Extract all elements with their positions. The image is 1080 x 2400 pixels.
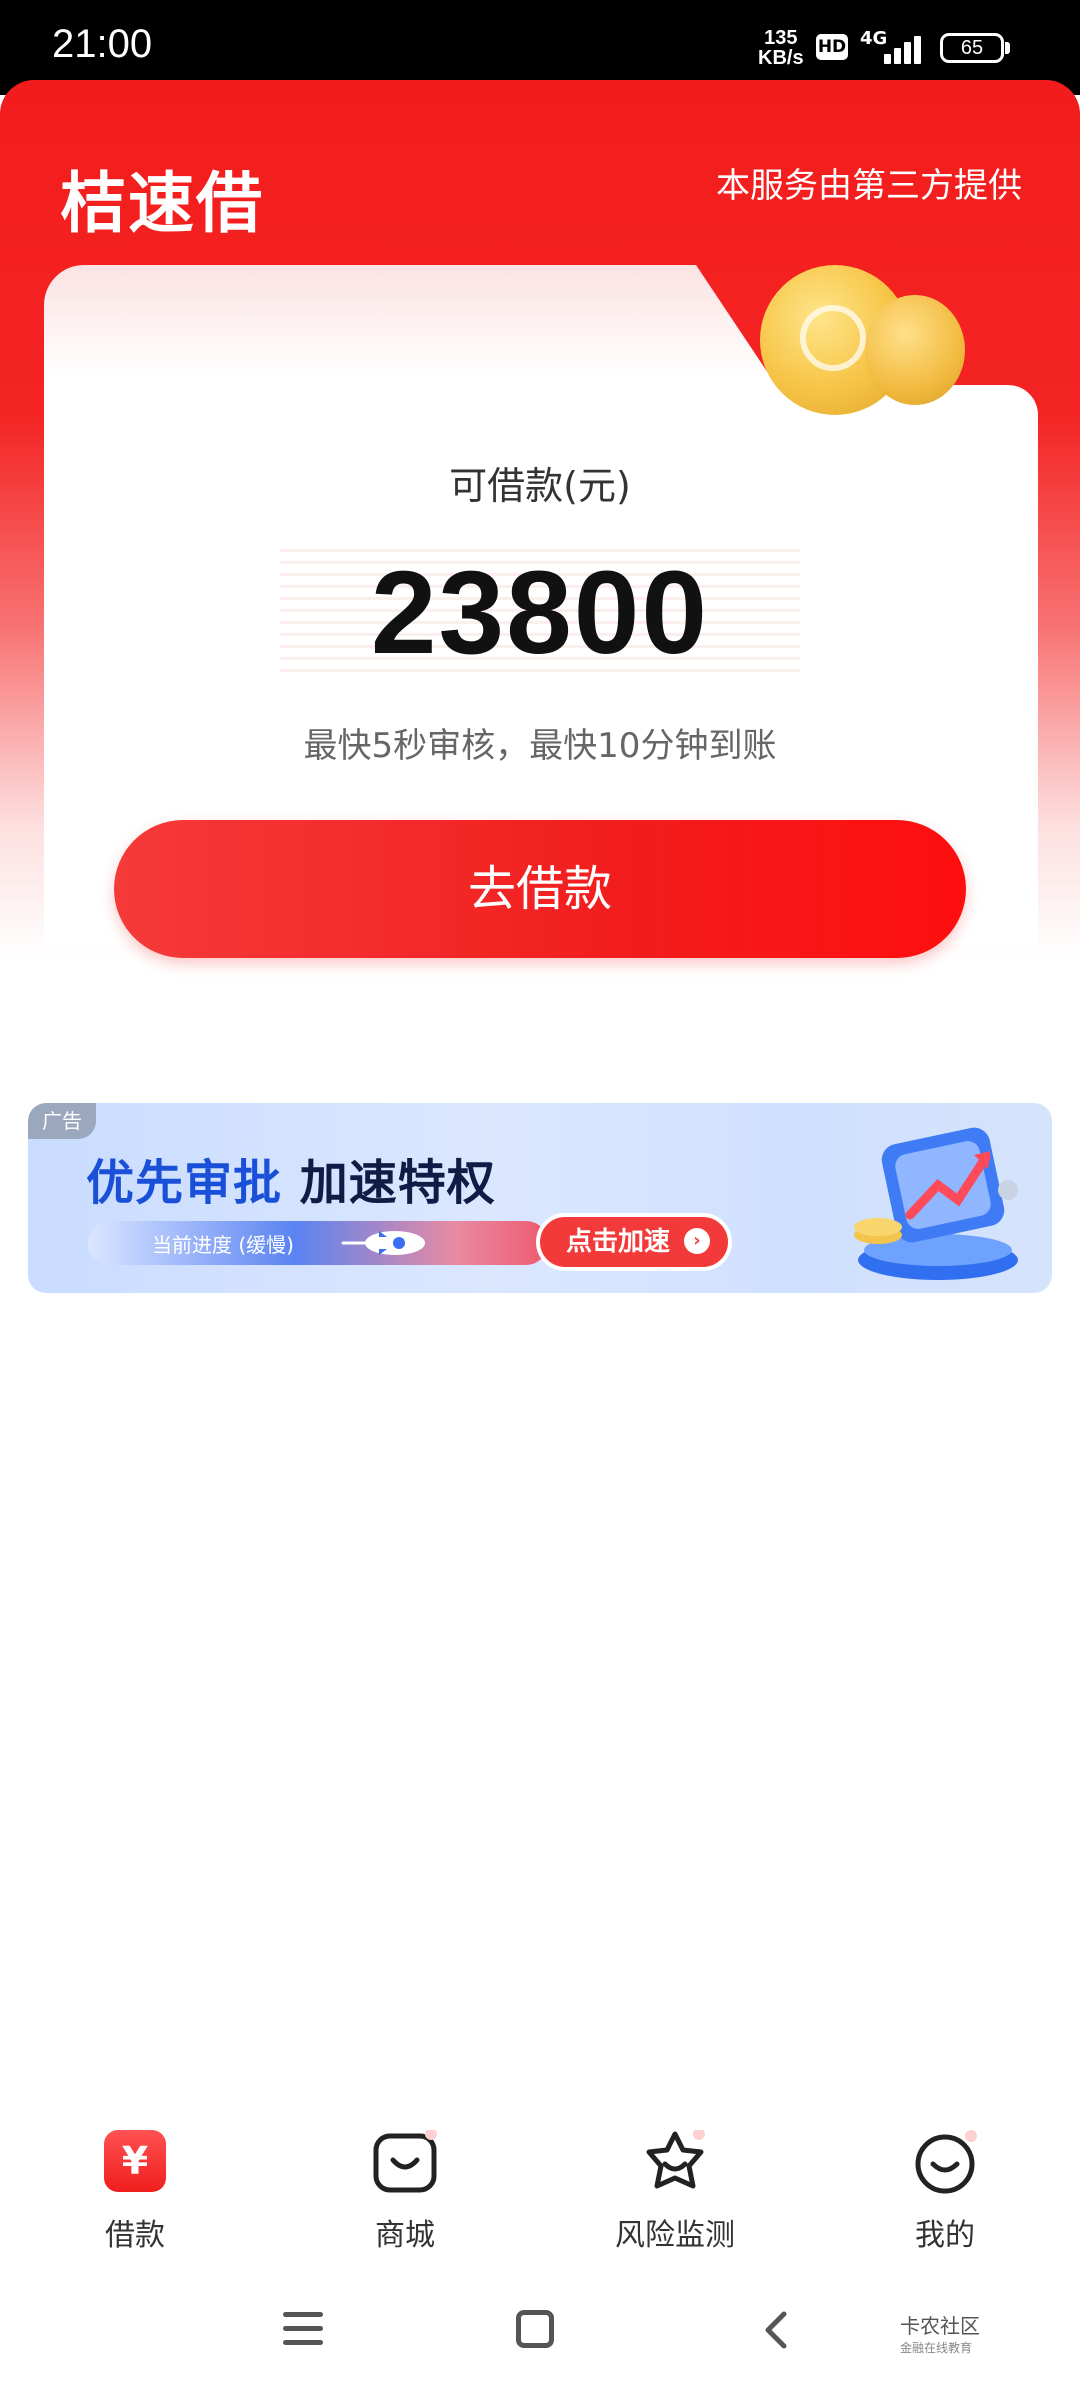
profile-face-icon [913,2130,977,2194]
battery-tip [1005,42,1010,54]
available-amount: 23800 [370,547,710,679]
coin-back [865,295,965,405]
network-speed-unit: KB/s [758,47,804,69]
rocket-icon [341,1231,425,1255]
nav-label-shop: 商城 [375,2218,435,2253]
nav-item-loan[interactable]: ¥ 借款 [35,2130,235,2254]
nav-label-mine: 我的 [915,2218,975,2253]
growth-chart-illustration [854,1127,1018,1280]
recent-apps-icon[interactable] [283,2312,323,2346]
watermark-title: 卡农社区 [900,2314,980,2338]
nav-item-shop[interactable]: 商城 [305,2128,505,2254]
watermark: 卡农社区 金融在线教育 [900,2310,980,2356]
nav-label-loan: 借款 [105,2218,165,2253]
ad-speedup-button[interactable]: 点击加速 › [536,1213,732,1271]
ad-title-part2: 加速特权 [299,1155,496,1211]
network-speed-value: 135 [764,27,798,49]
ad-title: 优先审批 加速特权 [86,1143,496,1213]
back-icon[interactable] [756,2308,796,2352]
review-time-note: 最快5秒审核，最快10分钟到账 [303,726,777,766]
ad-cta-label: 点击加速 [566,1227,671,1257]
borrow-button[interactable]: 去借款 [114,820,966,958]
shop-bag-icon [373,2128,437,2194]
ad-tag: 广告 [28,1103,96,1139]
bottom-nav: ¥ 借款 商城 风险监测 我的 [0,2128,1080,2280]
app-logo: 桔速借 [60,165,264,242]
ad-banner[interactable]: 广告 优先审批 加速特权 当前进度 (缓慢) 点击加速 › [28,1103,1052,1293]
ad-title-part1: 优先审批 [86,1155,283,1211]
yuan-icon: ¥ [103,2130,167,2194]
signal-icon [880,32,928,64]
star-shield-icon [643,2128,707,2194]
system-nav-bar: 卡农社区 金融在线教育 [0,2290,1080,2400]
available-amount-label: 可借款(元) [449,464,631,508]
nav-label-risk: 风险监测 [615,2218,735,2253]
gold-coins-icon [760,255,1000,415]
ad-progress-label: 当前进度 (缓慢) [152,1233,294,1257]
network-speed: 135 KB/s [758,28,804,68]
hd-icon: HD [816,34,848,60]
nav-item-risk[interactable]: 风险监测 [575,2128,775,2254]
status-time: 21:00 [52,22,153,66]
home-icon[interactable] [516,2310,554,2348]
watermark-subtitle: 金融在线教育 [900,2341,973,2355]
battery-icon: 65 [940,33,1004,63]
provider-note: 本服务由第三方提供 [716,166,1022,206]
chevron-right-icon: › [684,1228,710,1254]
nav-item-mine[interactable]: 我的 [845,2130,1045,2254]
